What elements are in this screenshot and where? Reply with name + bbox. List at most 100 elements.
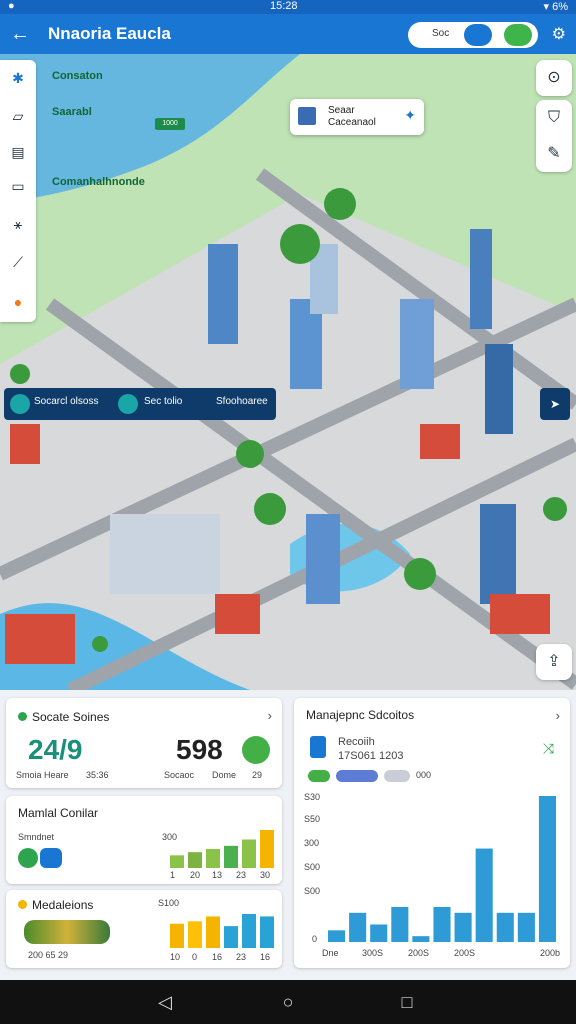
manual-tick-1: 1 [170, 870, 176, 880]
manual-tick-2: 20 [190, 870, 201, 880]
management-bar [433, 906, 451, 942]
nav-recents-icon[interactable]: □ [392, 990, 422, 1014]
system-label-1: Smoia Heare [16, 770, 69, 780]
share-button[interactable]: ⇪ [536, 644, 572, 680]
manual-tick-5: 30 [260, 870, 271, 880]
search-pill[interactable]: Soc [408, 22, 538, 48]
popup-line-1: Seaar [328, 105, 355, 116]
manual-bar [260, 830, 274, 868]
asterisk-icon[interactable]: ✱ [6, 66, 30, 90]
manual-label: Smndnet [18, 832, 55, 842]
media-tick-4: 23 [236, 952, 247, 962]
management-bar [496, 912, 514, 942]
map-popup-card[interactable]: Seaar Caceanaol ✦ [290, 99, 424, 135]
media-title: Medaleions [32, 898, 94, 912]
manual-dot-icon [18, 848, 38, 868]
management-sub-2: 17S061 1203 [338, 750, 404, 762]
map-illustration [0, 54, 576, 690]
y-tick-1: S30 [304, 792, 321, 802]
back-arrow-icon[interactable]: ← [8, 22, 32, 46]
system-card[interactable]: Socate Soines › 24/9 598 Smoia Heare 35:… [6, 698, 282, 788]
toggle-gray[interactable] [384, 770, 410, 782]
media-tick-5: 16 [260, 952, 271, 962]
media-icons [24, 920, 110, 944]
x-tick-5: 200b [540, 948, 561, 958]
management-bar [370, 924, 388, 942]
manual-bar [188, 852, 202, 868]
nav-back-icon[interactable]: ◁ [150, 990, 180, 1014]
popup-line-2: Caceanaol [328, 117, 376, 128]
manual-title: Mamlal Conilar [18, 806, 99, 820]
toggle-green[interactable] [308, 770, 330, 782]
page-title: Nnaoria Eaucla [48, 24, 171, 43]
manual-tick-3: 13 [212, 870, 223, 880]
manual-bar [242, 839, 256, 868]
nav-home-icon[interactable]: ○ [273, 990, 303, 1014]
media-bar [206, 916, 220, 948]
management-bar [454, 912, 472, 942]
expand-icon[interactable]: ✦ [404, 107, 416, 124]
media-top-value: S100 [158, 898, 180, 908]
system-label-3: Socaoc [164, 770, 195, 780]
management-card[interactable]: Manajepnc Sdcoitos › Recoiih 17S061 1203… [294, 698, 570, 968]
system-title: Socate Soines [32, 710, 110, 724]
info-dot-1 [10, 394, 30, 414]
info-item-3: Sfoohoaree [216, 396, 268, 407]
management-bar-chart [328, 796, 556, 942]
chevron-right-icon[interactable]: › [268, 708, 272, 723]
manual-bar [206, 849, 220, 868]
media-card[interactable]: Medaleions S100 200 65 29 10 0 16 23 16 [6, 890, 282, 968]
trend-icon: ⤨ [542, 740, 554, 756]
network-icon[interactable]: ⚹ [6, 212, 30, 236]
route-arrow-icon[interactable]: ➤ [540, 388, 570, 420]
system-nav-bar: ◁ ○ □ [0, 980, 576, 1024]
media-tick-1: 10 [170, 952, 181, 962]
manual-chip-icon [40, 848, 62, 868]
compass-icon: ⊙ [547, 69, 561, 86]
status-bar: ● 15:28 ▾ 6% [0, 0, 576, 14]
manual-tick-4: 23 [236, 870, 247, 880]
management-bar [349, 912, 367, 942]
media-bar [188, 921, 202, 948]
manual-card[interactable]: Mamlal Conilar Smndnet 300 1 20 13 23 30 [6, 796, 282, 884]
compass-button[interactable]: ⊙ [536, 60, 572, 96]
system-label-4: Dome [212, 770, 237, 780]
media-bar [242, 914, 256, 948]
media-bar [224, 926, 238, 948]
manual-bar-chart [170, 830, 274, 868]
management-pill: 000 [416, 770, 432, 780]
y-tick-5: S00 [304, 886, 321, 896]
building-icon [298, 107, 316, 125]
x-tick-2: 300S [362, 948, 384, 958]
toggle-blue[interactable] [336, 770, 378, 782]
right-toolbar: ⛉ ✎ [536, 100, 572, 172]
manual-bar [170, 855, 184, 868]
chevron-right-icon[interactable]: › [556, 708, 560, 723]
app-bar: ← Nnaoria Eaucla Soc ⚙ [0, 14, 576, 54]
management-sub-1: Recoiih [338, 736, 375, 748]
management-bar [412, 936, 430, 942]
y-tick-4: S00 [304, 862, 321, 872]
status-time: 15:28 [270, 0, 298, 12]
map-label-2: Saarabl [52, 106, 92, 118]
system-value-1: 24/9 [28, 734, 83, 765]
map-canvas[interactable]: Consaton Saarabl 1000 Comanhalhnonde Sea… [0, 54, 576, 690]
status-ok-icon [242, 736, 270, 764]
left-toolbar: ✱ ▱ ▤ ▭ ⚹ ⟋ ● [0, 60, 36, 322]
calendar-icon[interactable]: ▤ [6, 140, 30, 164]
vehicle-icon[interactable]: ▭ [6, 174, 30, 198]
media-bar [260, 916, 274, 948]
ruler-icon[interactable]: ⟋ [6, 250, 30, 274]
device-icon [310, 736, 326, 758]
media-tick-3: 16 [212, 952, 223, 962]
shirt-icon[interactable]: ⛉ [536, 100, 572, 136]
edit-icon[interactable]: ✎ [536, 136, 572, 172]
location-button[interactable] [464, 24, 492, 46]
user-button[interactable] [504, 24, 532, 46]
orange-dot-icon[interactable]: ● [6, 290, 30, 314]
management-bar [538, 796, 556, 942]
layers-icon[interactable]: ▱ [6, 104, 30, 128]
x-tick-3: 200S [408, 948, 430, 958]
map-info-bar[interactable]: Socarcl olsoss Sec tolio Sfoohoaree [4, 388, 276, 420]
more-icon[interactable]: ⚙ [552, 24, 566, 44]
